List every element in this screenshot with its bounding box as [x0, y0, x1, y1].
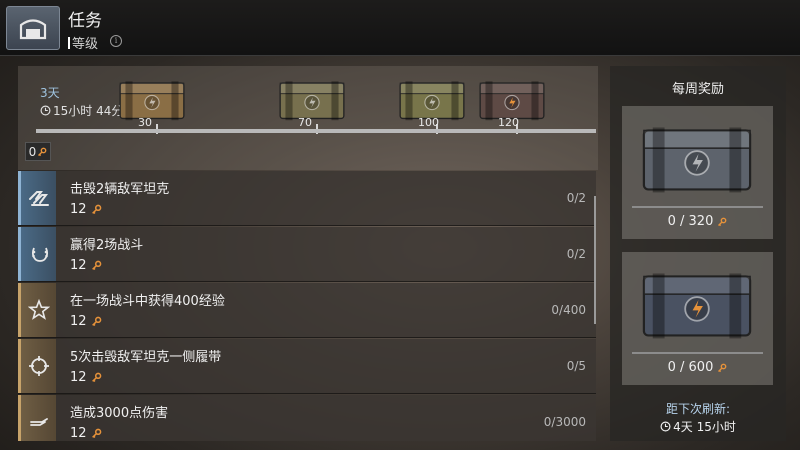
hangar-icon [19, 19, 47, 40]
task-row[interactable]: 5次击毁敌军坦克一侧履带 12 0/5 [18, 339, 596, 394]
milestone-chest[interactable] [116, 76, 188, 122]
milestone-label: 30 [138, 116, 152, 129]
task-accent [18, 283, 56, 337]
weekly-title: 每周奖励 [671, 82, 724, 97]
task-list-scrollbar[interactable] [594, 196, 596, 324]
refresh-countdown: 4天 15小时 [610, 418, 786, 435]
weekly-rewards-panel: 每周奖励 0 / 320 0 / 600 距下次刷新: 4天 15小时 [610, 66, 786, 441]
star-icon [27, 299, 50, 320]
laurel-icon [31, 247, 48, 262]
task-progress-count: 0/2 [566, 191, 586, 205]
top-bar: 任务 等级 i [0, 0, 800, 56]
task-progress-count: 0/400 [551, 303, 586, 317]
page-title: 任务 [68, 11, 102, 31]
task-accent [18, 339, 56, 393]
task-reward: 12 [70, 370, 102, 385]
time-remaining-text: 15小时 44分 [53, 104, 124, 118]
clock-icon [40, 105, 51, 116]
info-icon[interactable]: i [110, 35, 122, 47]
task-reward-value: 12 [70, 258, 87, 273]
task-progress-count: 0/2 [566, 247, 586, 261]
current-keys-value: 0 [28, 144, 37, 159]
task-row[interactable]: 赢得2场战斗 12 0/2 [18, 227, 596, 282]
refresh-label: 距下次刷新: [665, 402, 731, 416]
reward-progress-text: 0 / 600 [667, 360, 714, 375]
weekly-reward-card[interactable]: 0 / 600 [622, 252, 773, 385]
days-remaining: 3天 [40, 86, 60, 100]
clock-icon [660, 421, 671, 432]
key-icon [718, 363, 727, 372]
key-icon [91, 428, 101, 439]
task-progress-count: 0/5 [566, 359, 586, 373]
key-icon [91, 316, 101, 327]
reward-progress: 0 / 320 [622, 214, 773, 229]
reward-chest [638, 116, 756, 198]
key-icon [38, 147, 47, 156]
key-icon [91, 260, 101, 271]
milestone-chest[interactable] [276, 76, 348, 122]
time-remaining: 15小时 44分 [40, 102, 123, 119]
task-reward: 12 [70, 258, 102, 273]
task-row[interactable]: 造成3000点伤害 12 0/3000 [18, 395, 596, 441]
key-icon [91, 204, 101, 215]
milestone-label: 70 [298, 116, 312, 129]
weekly-reward-card[interactable]: 0 / 320 [622, 106, 773, 239]
task-row[interactable]: 击毁2辆敌军坦克 12 0/2 [18, 171, 596, 226]
progress-track [36, 129, 596, 133]
level-label: 等级 [68, 33, 98, 52]
reward-progress-bar [632, 352, 763, 354]
milestone-label: 100 [418, 116, 439, 129]
task-name: 击毁2辆敌军坦克 [70, 182, 170, 197]
task-reward-value: 12 [70, 314, 87, 329]
task-reward-value: 12 [70, 426, 87, 441]
task-reward-value: 12 [70, 202, 87, 217]
refresh-time-text: 4天 15小时 [673, 420, 736, 434]
current-keys-badge: 0 [25, 142, 51, 161]
level-text: 等级 [72, 37, 99, 52]
task-row[interactable]: 在一场战斗中获得400经验 12 0/400 [18, 283, 596, 338]
task-reward: 12 [70, 314, 102, 329]
task-name: 在一场战斗中获得400经验 [70, 294, 225, 309]
task-name: 5次击毁敌军坦克一侧履带 [70, 350, 222, 365]
reward-progress: 0 / 600 [622, 360, 773, 375]
task-name: 赢得2场战斗 [70, 238, 144, 253]
shell-icon [29, 418, 48, 426]
task-list[interactable]: 击毁2辆敌军坦克 12 0/2 赢得2场战斗 12 0/2 在一场战斗中获得40… [18, 171, 598, 441]
task-reward: 12 [70, 202, 102, 217]
task-reward-value: 12 [70, 370, 87, 385]
key-icon [718, 217, 727, 226]
key-icon [91, 372, 101, 383]
tank-icon [28, 191, 49, 206]
reward-chest [638, 262, 756, 344]
reward-progress-text: 0 / 320 [667, 214, 714, 229]
hangar-button[interactable] [6, 6, 60, 50]
task-accent [18, 171, 56, 225]
task-progress-count: 0/3000 [543, 415, 586, 429]
task-reward: 12 [70, 426, 102, 441]
milestone-label: 120 [498, 116, 519, 129]
task-name: 造成3000点伤害 [70, 406, 169, 421]
crosshair-icon [28, 356, 49, 376]
task-accent [18, 227, 56, 281]
reward-progress-bar [632, 206, 763, 208]
task-accent [18, 395, 56, 441]
